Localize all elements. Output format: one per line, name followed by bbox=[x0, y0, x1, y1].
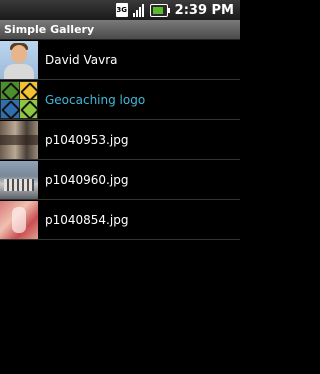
list-item[interactable]: David Vavra bbox=[0, 40, 240, 80]
status-bar: 3G 2:39 PM bbox=[0, 0, 240, 20]
thumbnail-photo bbox=[0, 120, 38, 159]
thumbnail-person bbox=[0, 40, 38, 79]
list-item-label: p1040960.jpg bbox=[45, 172, 129, 187]
list-item-label: David Vavra bbox=[45, 52, 118, 67]
signal-strength-icon bbox=[132, 3, 146, 17]
app-title: Simple Gallery bbox=[4, 23, 95, 36]
list-item[interactable]: p1040854.jpg bbox=[0, 200, 240, 240]
thumbnail-photo bbox=[0, 200, 38, 239]
clock-time: 2:39 bbox=[174, 2, 207, 18]
thumbnail-photo bbox=[0, 160, 38, 199]
list-item-label: p1040953.jpg bbox=[45, 132, 129, 147]
list-item[interactable]: p1040953.jpg bbox=[0, 120, 240, 160]
battery-icon bbox=[149, 3, 170, 17]
list-item-label: p1040854.jpg bbox=[45, 212, 129, 227]
network-3g-icon: 3G bbox=[115, 3, 128, 17]
network-label: 3G bbox=[116, 5, 127, 14]
list-item[interactable]: Geocaching logo bbox=[0, 80, 240, 120]
thumbnail-geocaching-logo bbox=[0, 80, 38, 119]
list-item[interactable]: p1040960.jpg bbox=[0, 160, 240, 200]
clock-suffix: PM bbox=[211, 2, 234, 18]
clock: 2:39 PM bbox=[175, 3, 234, 18]
list-item-label: Geocaching logo bbox=[45, 92, 146, 107]
app-title-bar: Simple Gallery bbox=[0, 20, 240, 40]
gallery-list: David Vavra Geocaching logo p1040953.jpg… bbox=[0, 40, 240, 240]
